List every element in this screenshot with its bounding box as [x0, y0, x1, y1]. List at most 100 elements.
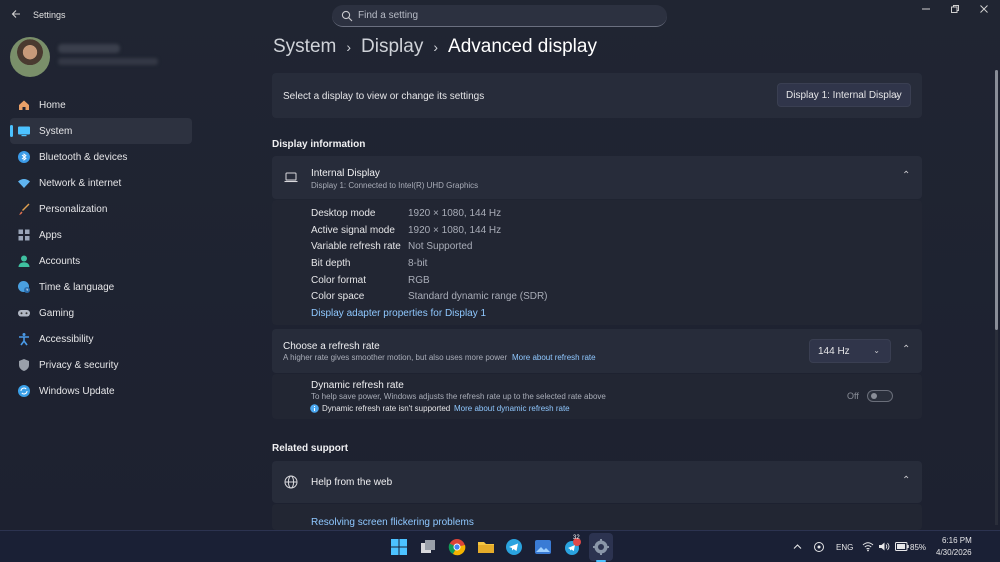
wifi-icon [18, 179, 30, 188]
profile-name-redacted [58, 44, 120, 53]
info-key: Desktop mode [311, 208, 376, 219]
sidebar-item-gaming[interactable]: Gaming [10, 300, 192, 326]
sidebar-item-accessibility[interactable]: Accessibility [10, 326, 192, 352]
help-links: Resolving screen flickering problems [272, 504, 922, 530]
refresh-rate-value: 144 Hz [818, 345, 850, 357]
chevron-down-icon: ⌄ [873, 346, 880, 355]
update-icon [18, 385, 30, 397]
file-explorer-icon[interactable] [477, 538, 495, 556]
clock-date[interactable]: 4/30/2026 [936, 548, 972, 557]
search-input[interactable]: Find a setting [332, 5, 667, 27]
select-display-label: Select a display to view or change its s… [283, 91, 485, 102]
telegram-icon[interactable] [505, 538, 523, 556]
screen-flickering-link[interactable]: Resolving screen flickering problems [311, 517, 474, 528]
sidebar-item-apps[interactable]: Apps [10, 222, 192, 248]
dynamic-refresh-toggle[interactable] [867, 390, 893, 402]
location-icon[interactable] [813, 541, 825, 553]
display-info-details: Desktop mode 1920 × 1080, 144 Hz Active … [272, 200, 922, 325]
photos-icon[interactable] [534, 538, 552, 556]
clock-time[interactable]: 6:16 PM [942, 536, 972, 545]
sidebar-item-accounts[interactable]: Accounts [10, 248, 192, 274]
refresh-rate-select[interactable]: 144 Hz ⌄ [809, 339, 891, 363]
sidebar-item-label: Accounts [39, 255, 81, 267]
task-view-icon[interactable] [419, 538, 437, 556]
internal-display-header[interactable]: Internal Display Display 1: Connected to… [272, 156, 922, 199]
sidebar-item-label: Bluetooth & devices [39, 151, 128, 163]
avatar[interactable] [10, 37, 50, 77]
refresh-rate-title: Choose a refresh rate [283, 341, 380, 352]
globe-clock-icon [18, 281, 30, 293]
display-adapter-properties-link[interactable]: Display adapter properties for Display 1 [311, 308, 486, 319]
dynamic-refresh-notice: Dynamic refresh rate isn't supported [322, 404, 451, 413]
sidebar-item-label: System [39, 125, 73, 137]
close-icon [980, 5, 988, 13]
sidebar-item-label: Time & language [39, 281, 115, 293]
display-information-heading: Display information [272, 139, 366, 150]
info-value: 1920 × 1080, 144 Hz [408, 208, 502, 219]
volume-icon[interactable] [878, 541, 890, 552]
more-about-refresh-rate-link[interactable]: More about refresh rate [512, 353, 596, 362]
notification-badge: 32 [573, 535, 580, 541]
chevron-right-icon: › [346, 39, 352, 55]
settings-gear-icon[interactable] [592, 538, 610, 556]
chevron-up-icon[interactable]: ⌃ [902, 344, 910, 355]
search-icon [341, 10, 353, 22]
chevron-up-tray-icon[interactable] [793, 543, 802, 550]
sidebar-nav: Home System Bluetooth & devices Network … [10, 92, 192, 404]
info-key: Variable refresh rate [311, 241, 401, 252]
breadcrumb-item-system[interactable]: System [273, 36, 336, 58]
sidebar-item-label: Network & internet [39, 177, 122, 189]
info-key: Color format [311, 275, 367, 286]
chevron-up-icon[interactable]: ⌃ [902, 170, 910, 181]
sidebar-item-home[interactable]: Home [10, 92, 192, 118]
toggle-state-label: Off [847, 391, 859, 401]
sidebar-item-label: Windows Update [39, 385, 115, 397]
info-value: RGB [408, 275, 430, 286]
sidebar-item-system[interactable]: System [10, 118, 192, 144]
scroll-thumb[interactable] [995, 70, 998, 330]
sidebar-item-label: Accessibility [39, 333, 94, 345]
select-display-card: Select a display to view or change its s… [272, 73, 922, 118]
windows-start-icon[interactable] [390, 538, 408, 556]
chevron-down-icon: ⌄ [893, 90, 900, 99]
sidebar-item-network[interactable]: Network & internet [10, 170, 192, 196]
sidebar-item-privacy[interactable]: Privacy & security [10, 352, 192, 378]
info-key: Bit depth [311, 258, 351, 269]
minimize-button[interactable] [918, 4, 934, 20]
battery-icon[interactable] [895, 542, 909, 551]
language-indicator[interactable]: ENG [836, 543, 853, 552]
more-about-dynamic-refresh-link[interactable]: More about dynamic refresh rate [454, 404, 570, 413]
back-button[interactable] [8, 8, 24, 24]
info-value: Not Supported [408, 241, 473, 252]
chrome-icon[interactable] [448, 538, 466, 556]
display-subtitle: Display 1: Connected to Intel(R) UHD Gra… [311, 181, 479, 190]
sidebar-item-personalization[interactable]: Personalization [10, 196, 192, 222]
close-button[interactable] [976, 4, 992, 20]
back-arrow-icon [11, 10, 20, 18]
sidebar-item-bluetooth[interactable]: Bluetooth & devices [10, 144, 192, 170]
info-key: Color space [311, 291, 365, 302]
app-title: Settings [33, 10, 66, 20]
breadcrumb-item-display[interactable]: Display [361, 36, 423, 58]
wifi-tray-icon[interactable] [862, 541, 874, 552]
minimize-icon [922, 8, 930, 10]
dynamic-refresh-description: To help save power, Windows adjusts the … [311, 392, 606, 401]
chevron-up-icon[interactable]: ⌃ [902, 475, 910, 486]
help-from-web-header[interactable]: Help from the web ⌃ [272, 461, 922, 503]
info-value: 8-bit [408, 258, 428, 269]
display-select[interactable]: Display 1: Internal Display ⌄ [777, 83, 911, 107]
laptop-icon [284, 172, 298, 183]
sidebar-item-label: Privacy & security [39, 359, 119, 371]
info-icon [310, 404, 319, 413]
bluetooth-icon [18, 151, 30, 163]
dynamic-refresh-rate-card: Dynamic refresh rate To help save power,… [272, 374, 922, 419]
globe-icon [284, 475, 298, 489]
accessibility-icon [19, 333, 29, 346]
settings-window: Settings Find a setting Home System Blue… [0, 0, 1000, 530]
scrollbar[interactable] [995, 70, 998, 525]
sidebar-item-time-language[interactable]: Time & language [10, 274, 192, 300]
search-placeholder: Find a setting [358, 10, 419, 21]
info-value: Standard dynamic range (SDR) [408, 291, 548, 302]
maximize-button[interactable] [947, 4, 963, 20]
sidebar-item-windows-update[interactable]: Windows Update [10, 378, 192, 404]
